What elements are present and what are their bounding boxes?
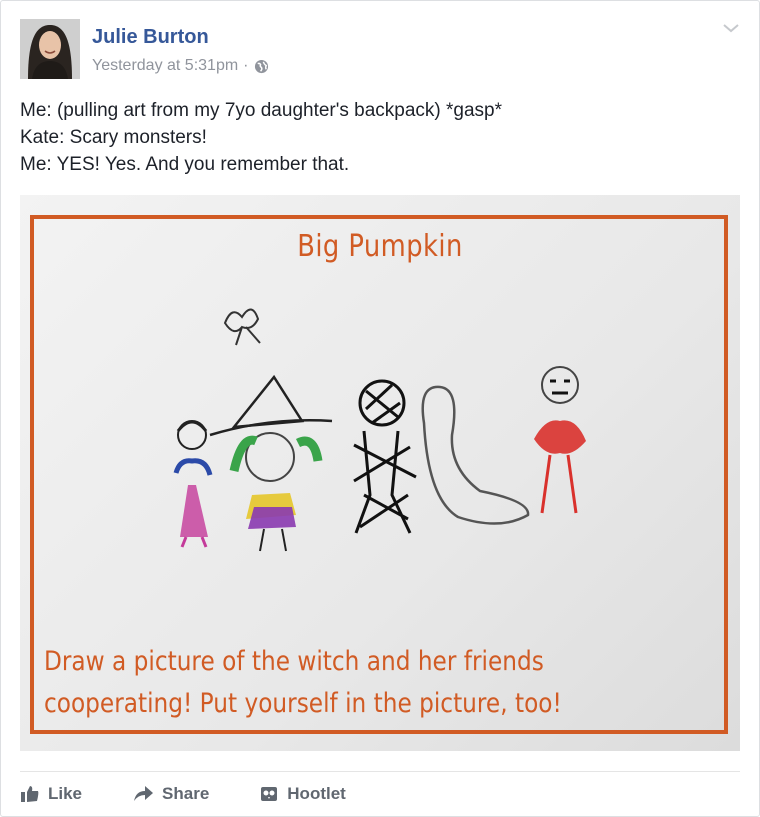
post-card: Julie Burton Yesterday at 5:31pm · Me: (… bbox=[0, 0, 760, 817]
prompt-line: cooperating! Put yourself in the picture… bbox=[44, 688, 562, 719]
author-name[interactable]: Julie Burton bbox=[92, 26, 209, 49]
post-photo[interactable]: Big Pumpkin Draw a picture of the witch … bbox=[20, 195, 740, 751]
post-text: Me: (pulling art from my 7yo daughter's … bbox=[20, 97, 740, 178]
share-arrow-icon bbox=[134, 786, 154, 801]
like-button[interactable]: Like bbox=[20, 784, 82, 804]
timestamp[interactable]: Yesterday at 5:31pm bbox=[92, 57, 238, 75]
post-line: Me: (pulling art from my 7yo daughter's … bbox=[20, 100, 503, 121]
worksheet-prompt: Draw a picture of the witch and her frie… bbox=[44, 641, 629, 725]
prompt-line: Draw a picture of the witch and her frie… bbox=[44, 646, 544, 677]
thumbs-up-icon bbox=[21, 786, 39, 802]
chevron-down-icon[interactable] bbox=[721, 21, 741, 35]
like-label: Like bbox=[48, 784, 83, 803]
meta-separator: · bbox=[243, 57, 249, 74]
post-line: Me: YES! Yes. And you remember that. bbox=[20, 154, 350, 175]
hootlet-button[interactable]: Hootlet bbox=[259, 784, 346, 804]
post-meta: Yesterday at 5:31pm · bbox=[92, 57, 269, 75]
action-bar: Like Share Hootlet bbox=[20, 784, 396, 804]
globe-icon[interactable] bbox=[254, 59, 269, 74]
avatar[interactable] bbox=[20, 19, 80, 79]
share-label: Share bbox=[162, 784, 210, 803]
post-line: Kate: Scary monsters! bbox=[20, 127, 207, 148]
action-divider bbox=[20, 771, 740, 772]
worksheet-title: Big Pumpkin bbox=[297, 229, 463, 264]
owl-icon bbox=[261, 787, 278, 801]
share-button[interactable]: Share bbox=[132, 784, 209, 804]
hootlet-label: Hootlet bbox=[287, 784, 346, 803]
